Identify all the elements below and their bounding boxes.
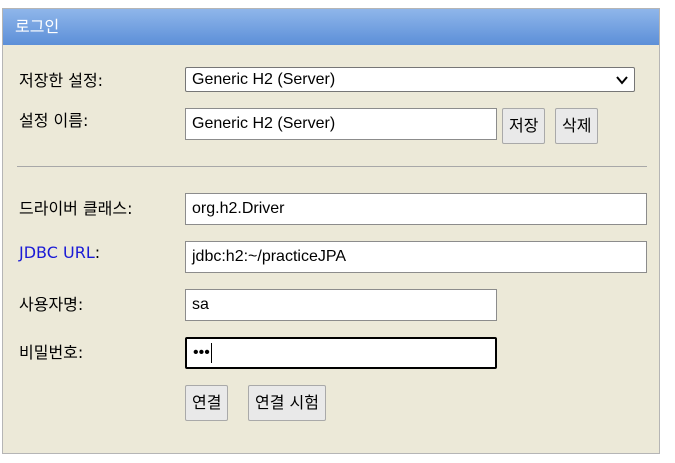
username-input[interactable]: sa — [185, 289, 497, 321]
login-panel: 로그인 저장한 설정: Generic H2 (Server) 설정 이름: G… — [2, 8, 660, 454]
text-cursor — [210, 342, 212, 363]
password-input[interactable]: ••• — [185, 337, 497, 369]
password-mask: ••• — [193, 344, 210, 361]
setting-name-input[interactable]: Generic H2 (Server) — [185, 108, 497, 140]
connect-button[interactable]: 연결 — [185, 385, 229, 421]
username-label: 사용자명: — [19, 295, 84, 314]
saved-settings-label: 저장한 설정: — [19, 71, 104, 90]
saved-settings-select[interactable]: Generic H2 (Server) — [185, 67, 635, 92]
driver-class-input[interactable]: org.h2.Driver — [185, 193, 647, 225]
jdbc-url-label: JDBC URL: — [19, 243, 100, 262]
jdbc-url-input[interactable]: jdbc:h2:~/practiceJPA — [185, 241, 647, 273]
delete-button[interactable]: 삭제 — [555, 108, 599, 144]
jdbc-url-help-link[interactable]: JDBC URL — [19, 243, 95, 262]
jdbc-url-label-suffix: : — [94, 243, 101, 262]
panel-title: 로그인 — [3, 9, 659, 45]
saved-settings-value: Generic H2 (Server) — [192, 71, 336, 88]
setting-name-label: 설정 이름: — [19, 111, 89, 130]
chevron-down-icon — [616, 76, 628, 85]
driver-class-label: 드라이버 클래스: — [19, 199, 133, 218]
form-divider — [17, 166, 647, 167]
save-button[interactable]: 저장 — [502, 108, 546, 144]
password-label: 비밀번호: — [19, 343, 84, 362]
test-connection-button[interactable]: 연결 시험 — [248, 385, 326, 421]
